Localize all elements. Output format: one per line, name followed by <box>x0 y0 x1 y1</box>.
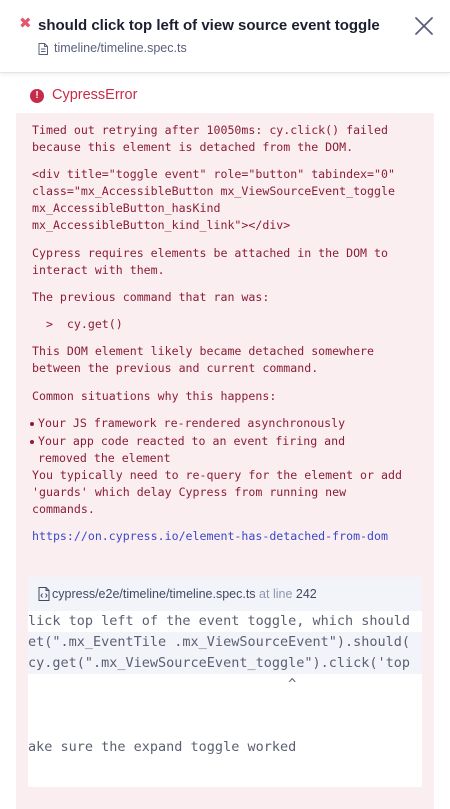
previous-command-label: The previous command that ran was: <box>32 290 270 304</box>
code-line: ^ <box>28 676 297 692</box>
detached-text: This DOM element likely became detached … <box>32 344 375 375</box>
error-message: Timed out retrying after 10050ms: cy.cli… <box>32 123 388 154</box>
error-name: CypressError <box>52 87 138 103</box>
spec-path: timeline/timeline.spec.ts <box>54 41 187 55</box>
code-line: lick top left of the event toggle, which… <box>28 613 411 629</box>
common-situations-label: Common situations why this happens: <box>32 389 277 403</box>
code-frame: cypress/e2e/timeline/timeline.spec.ts at… <box>28 577 422 787</box>
requires-text: Cypress requires elements be attached in… <box>32 246 388 277</box>
code-frame-file-bar: cypress/e2e/timeline/timeline.spec.ts at… <box>28 577 422 611</box>
code-line: cy.get(".mx_ViewSourceEvent_toggle").cli… <box>28 655 411 671</box>
code-line: et(".mx_EventTile .mx_ViewSourceEvent").… <box>28 634 411 650</box>
code-line: ake sure the expand toggle worked <box>28 739 297 755</box>
file-icon <box>38 43 48 55</box>
x-icon: ✖ <box>19 15 32 32</box>
error-message-panel: Timed out retrying after 10050ms: cy.cli… <box>16 113 434 809</box>
test-header: ✖ should click top left of view source e… <box>0 0 450 73</box>
requery-text: You typically need to re-query for the e… <box>32 468 402 516</box>
element-html: <div title="toggle event" role="button" … <box>32 167 395 232</box>
test-title: should click top left of view source eve… <box>38 17 380 34</box>
list-item: Your JS framework re-rendered asynchrono… <box>30 415 418 432</box>
exclamation-circle-icon <box>30 89 44 103</box>
close-icon[interactable] <box>412 14 436 38</box>
docs-link[interactable]: https://on.cypress.io/element-has-detach… <box>32 528 388 545</box>
code-snippet: lick top left of the event toggle, which… <box>28 611 422 787</box>
list-item: Your app code reacted to an event firing… <box>30 433 418 467</box>
file-code-icon <box>38 587 50 601</box>
previous-command: > cy.get() <box>32 317 123 331</box>
code-frame-file-link[interactable]: cypress/e2e/timeline/timeline.spec.ts at… <box>52 587 317 601</box>
